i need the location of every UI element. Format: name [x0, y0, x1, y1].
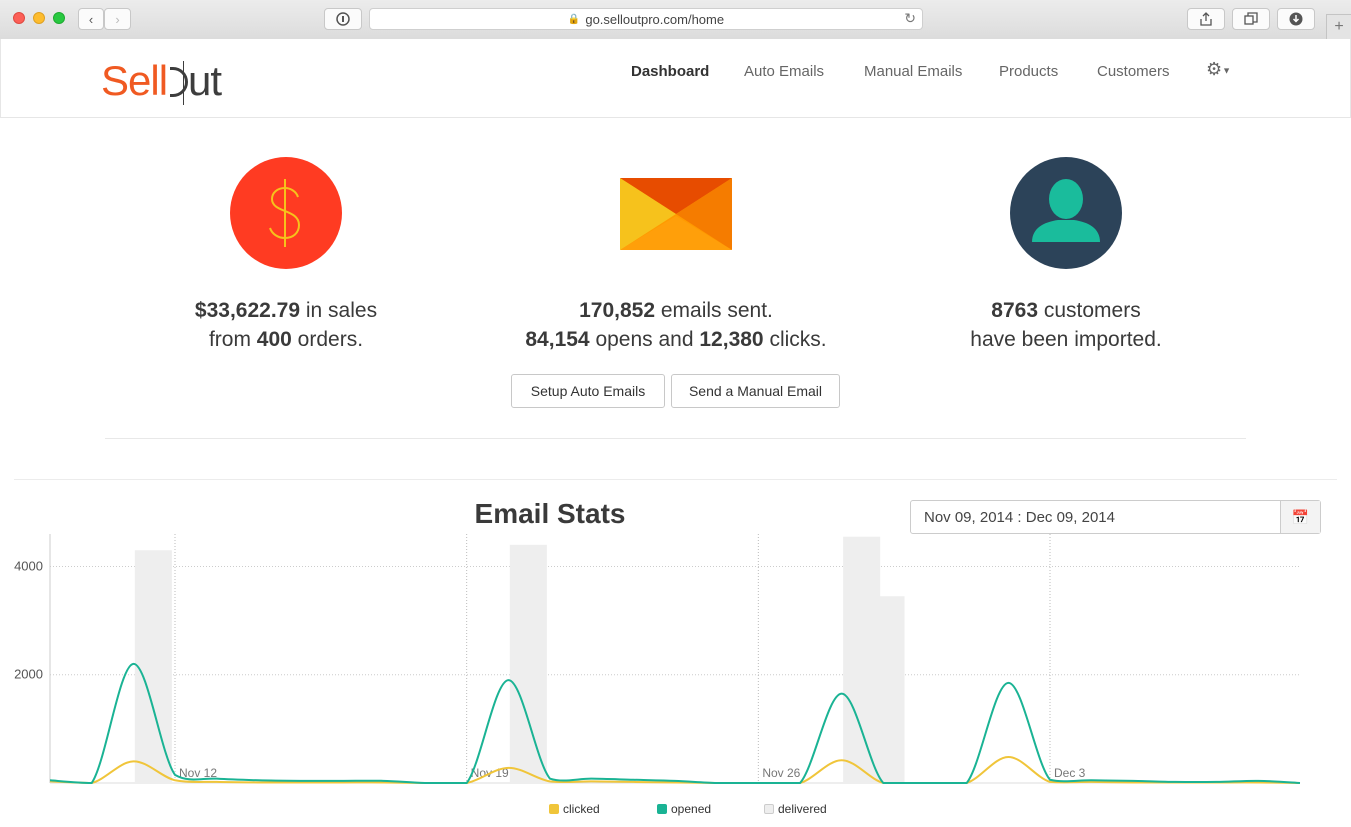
plus-icon: + [1334, 18, 1344, 35]
y-tick-label: 4000 [14, 558, 43, 573]
logo-divider [183, 61, 184, 105]
nav-auto-emails[interactable]: Auto Emails [744, 63, 824, 80]
chevron-right-icon: › [115, 11, 120, 27]
settings-menu[interactable]: ⚙▼ [1206, 59, 1231, 80]
reload-icon[interactable]: ↻ [904, 10, 916, 27]
sales-label: in sales [300, 299, 378, 322]
user-icon [1010, 157, 1122, 269]
emails-sent-count: 170,852 [579, 299, 656, 322]
app-navbar: Sell ut Dashboard Auto Emails Manual Emai… [0, 39, 1351, 118]
chevron-left-icon: ‹ [88, 11, 94, 27]
customers-imported-label: have been imported. [970, 328, 1162, 351]
customers-count: 8763 [991, 299, 1038, 322]
delivered-bar [867, 596, 905, 783]
nav-customers[interactable]: Customers [1097, 63, 1170, 80]
share-icon [1200, 12, 1212, 26]
forward-button[interactable]: › [104, 8, 131, 30]
legend-label: clicked [563, 802, 600, 816]
opens-count: 84,154 [525, 328, 590, 351]
emails-sent-label: emails sent. [655, 299, 773, 322]
date-range-input[interactable]: Nov 09, 2014 : Dec 09, 2014 [911, 501, 1280, 533]
legend-swatch [764, 804, 774, 814]
logo-text-ut: ut [188, 57, 222, 104]
sales-amount: $33,622.79 [194, 299, 301, 322]
clicks-label: clicks. [763, 328, 827, 351]
y-tick-label: 2000 [14, 667, 43, 682]
new-tab-button[interactable]: + [1326, 14, 1351, 39]
orders-prefix: from [208, 328, 257, 351]
caret-down-icon: ▼ [1222, 65, 1232, 76]
x-tick-label: Nov 26 [762, 766, 800, 780]
nav-products[interactable]: Products [999, 63, 1058, 80]
opened-series-line [49, 662, 1301, 785]
orders-label: orders. [291, 328, 364, 351]
legend-label: delivered [778, 802, 827, 816]
share-button[interactable] [1187, 8, 1225, 30]
tabs-button[interactable] [1232, 8, 1270, 30]
logo-text-sell: Sell [101, 57, 168, 104]
nav-manual-emails[interactable]: Manual Emails [864, 63, 962, 80]
legend-label: opened [671, 802, 712, 816]
lock-icon: 🔒 [567, 13, 581, 25]
legend-delivered[interactable]: delivered [764, 802, 827, 816]
gear-icon: ⚙ [1206, 59, 1223, 79]
address-bar[interactable]: 🔒 go.selloutpro.com/home ↻ [369, 8, 923, 30]
calendar-icon: 📅 [1291, 508, 1310, 525]
clicks-count: 12,380 [699, 328, 764, 351]
reader-button[interactable] [324, 8, 362, 30]
setup-auto-emails-button[interactable]: Setup Auto Emails [511, 374, 665, 408]
legend-swatch [657, 804, 667, 814]
info-icon [336, 12, 350, 26]
legend-clicked[interactable]: clicked [549, 802, 600, 816]
tabs-icon [1244, 12, 1258, 25]
delivered-bar [509, 544, 547, 783]
divider [14, 479, 1337, 480]
send-manual-email-button[interactable]: Send a Manual Email [671, 374, 840, 408]
url-text: go.selloutpro.com/home [585, 11, 725, 27]
x-tick-label: Dec 3 [1054, 766, 1086, 780]
minimize-window-button[interactable] [33, 12, 45, 24]
delivered-bar [134, 550, 172, 783]
orders-count: 400 [256, 328, 292, 351]
sellout-logo[interactable]: Sell ut [101, 57, 222, 105]
dollar-icon [230, 157, 342, 269]
sales-summary: $33,622.79 in sales from 400 orders. [96, 296, 476, 354]
nav-dashboard[interactable]: Dashboard [631, 63, 709, 80]
download-icon [1289, 12, 1303, 26]
legend-opened[interactable]: opened [657, 802, 711, 816]
close-window-button[interactable] [13, 12, 25, 24]
legend-swatch [549, 804, 559, 814]
emails-summary: 170,852 emails sent. 84,154 opens and 12… [486, 296, 866, 354]
envelope-icon [620, 178, 732, 255]
downloads-button[interactable] [1277, 8, 1315, 30]
calendar-button[interactable]: 📅 [1280, 501, 1320, 533]
zoom-window-button[interactable] [53, 12, 65, 24]
date-range-picker[interactable]: Nov 09, 2014 : Dec 09, 2014 📅 [910, 500, 1321, 534]
customers-label: customers [1038, 299, 1141, 322]
back-button[interactable]: ‹ [78, 8, 104, 30]
divider [105, 438, 1246, 439]
customers-summary: 8763 customers have been imported. [876, 296, 1256, 354]
email-stats-title: Email Stats [474, 498, 626, 529]
browser-toolbar: ‹ › 🔒 go.selloutpro.com/home ↻ + [0, 0, 1351, 40]
logo-o-shape [170, 67, 189, 97]
opens-label: opens and [589, 328, 700, 351]
email-stats-chart: 20004000Nov 12 Nov 19 Nov 26 Dec 3 [14, 534, 1301, 785]
